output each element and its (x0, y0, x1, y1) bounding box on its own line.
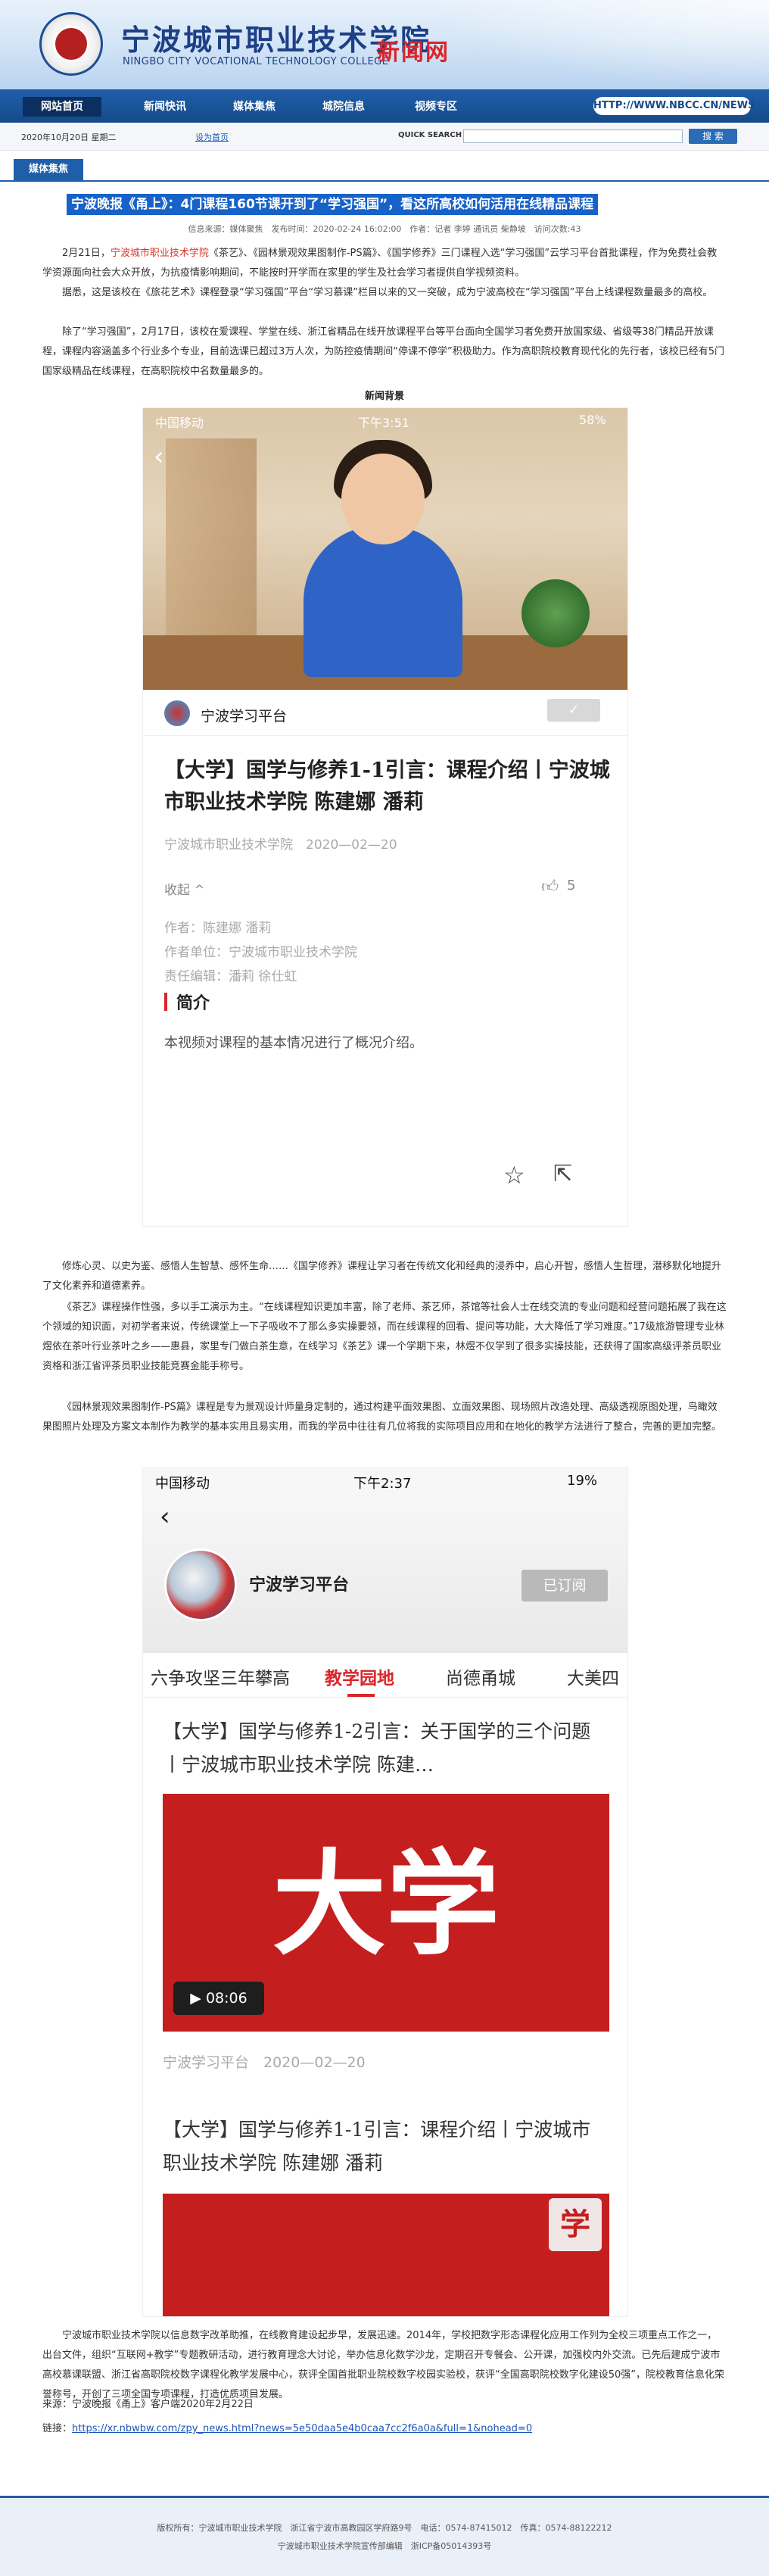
screenshot-learning-platform-2: 中国移动 下午2:37 19% ‹ 宁波学习平台 已订阅 六争攻坚三年攀高 教学… (142, 1467, 628, 2317)
status-carrier: 中国移动 (155, 1476, 210, 1492)
list-item-title[interactable]: 【大学】国学与修养1-1引言：课程介绍丨宁波城市职业技术学院 陈建娜 潘莉 (163, 2113, 609, 2180)
article-meta: 信息来源：媒体聚焦 发布时间：2020-02-24 16:02:00 作者：记者… (188, 224, 581, 234)
image-caption: 新闻背景 (364, 391, 404, 402)
search-button[interactable]: 搜 索 (689, 129, 737, 144)
tab-teaching-garden[interactable]: 教学园地 (325, 1664, 394, 1689)
tab-shangde[interactable]: 尚德甬城 (446, 1664, 515, 1689)
article-paragraph-5: 《茶艺》课程操作性强，多以手工演示为主。“在线课程知识更加丰富，除了老师、茶艺师… (42, 1302, 727, 1372)
article-link-row: 链接：https://xr.nbwbw.com/zpy_news.html?ne… (42, 2423, 533, 2434)
highlight-college-name[interactable]: 宁波城市职业技术学院 (111, 248, 209, 259)
news-net-label: 新闻网 (377, 39, 450, 66)
footer-copyright: 版权所有：宁波城市职业技术学院 浙江省宁波市高教园区学府路9号 电话：0574-… (157, 2523, 612, 2533)
status-time: 下午2:37 (353, 1476, 412, 1492)
subscribe-check-icon[interactable]: ✓ (547, 699, 600, 722)
list-item-source: 宁波学习平台 2020—02—20 (163, 2054, 366, 2071)
course-video-still[interactable]: 中国移动 下午3:51 58% ‹ (143, 408, 627, 690)
thumbnail-text: 大学 (272, 1839, 500, 1971)
credit-editor: 责任编辑：潘莉 徐仕虹 (164, 969, 297, 984)
site-url-badge[interactable]: HTTP://WWW.NBCC.CN/NEWS (593, 97, 755, 115)
section-tab-media[interactable]: 媒体集焦 (14, 159, 83, 180)
intro-title: 简介 (176, 994, 210, 1013)
platform-name: 宁波学习平台 (249, 1576, 350, 1595)
back-chevron-icon[interactable]: ‹ (160, 1502, 170, 1532)
collapse-toggle[interactable]: 收起 ^ (164, 879, 205, 898)
platform-avatar[interactable] (164, 700, 190, 726)
nav-item-media[interactable]: 媒体集焦 (233, 97, 276, 117)
active-tab-underline (347, 1694, 375, 1697)
status-battery: 19% (567, 1473, 598, 1489)
article-paragraph-4: 修炼心灵、以史为鉴、感悟人生智慧、感怀生命……《国学修养》课程让学习者在传统文化… (42, 1261, 722, 1292)
credit-organization: 作者单位：宁波城市职业技术学院 (164, 945, 357, 960)
video-thumbnail[interactable] (163, 2194, 609, 2316)
nav-item-news[interactable]: 新闻快讯 (144, 97, 186, 117)
lecturer-body (304, 525, 462, 677)
like-count: 5 (567, 878, 576, 893)
current-date: 2020年10月20日 星期二 (21, 133, 117, 142)
nav-item-college-info[interactable]: 城院信息 (322, 97, 365, 117)
intro-text: 本视频对课程的基本情况进行了概况介绍。 (164, 1035, 423, 1051)
share-icon[interactable]: ⇱ (553, 1161, 572, 1187)
list-item-title[interactable]: 【大学】国学与修养1-2引言：关于国学的三个问题丨宁波城市职业技术学院 陈建… (163, 1715, 609, 1782)
phone-status-bar: 中国移动 下午3:51 58% (143, 408, 627, 431)
platform-name[interactable]: 宁波学习平台 (201, 705, 287, 725)
video-source: 宁波城市职业技术学院 2020—02—20 (164, 837, 397, 853)
footer-icp: 宁波城市职业技术学院宣传部编辑 浙ICP备05014393号 (277, 2541, 492, 2551)
lecturer-head (341, 454, 425, 544)
phone-status-bar: 中国移动 下午2:37 19% (143, 1468, 627, 1494)
site-footer (0, 2496, 769, 2576)
article-paragraph-2: 据悉，这是该校在《旅花艺术》课程登录“学习强国”平台“学习慕课”栏目以来的又一突… (62, 287, 713, 298)
tab-beautiful-four[interactable]: 大美四 (567, 1664, 619, 1689)
plant (521, 579, 590, 647)
article-paragraph-7: 宁波城市职业技术学院以信息数字改革助推，在线教育建设起步早，发展迅速。2014年… (42, 2330, 725, 2400)
intro-accent-bar (164, 993, 167, 1011)
back-chevron-icon[interactable]: ‹ (154, 441, 164, 472)
article-source: 来源：宁波晚报《甬上》客户端2020年2月22日 (42, 2399, 254, 2410)
thumbs-up-icon[interactable]: 👍︎ (541, 876, 559, 897)
site-subtitle: NINGBO CITY VOCATIONAL TECHNOLOGY COLLEG… (123, 56, 389, 67)
set-homepage-link[interactable]: 设为首页 (195, 131, 229, 143)
nav-item-video[interactable]: 视频专区 (415, 97, 457, 117)
section-tab-bar (0, 159, 769, 182)
nav-item-home[interactable]: 网站首页 (23, 97, 101, 117)
article-paragraph-3: 除了“学习强国”，2月17日，该校在爱课程、学堂在线、浙江省精品在线开放课程平台… (42, 326, 725, 377)
status-time: 下午3:51 (358, 416, 409, 430)
credit-author: 作者：陈建娜 潘莉 (164, 921, 272, 936)
platform-avatar[interactable] (164, 1548, 237, 1621)
video-heading: 【大学】国学与修养1-1引言：课程介绍丨宁波城市职业技术学院 陈建娜 潘莉 (164, 759, 610, 814)
article-paragraph-6: 《园林景观效果图制作-PS篇》课程是专为景观设计师量身定制的，通过构建平面效果图… (42, 1402, 722, 1433)
search-input[interactable] (463, 129, 683, 143)
status-battery: 58% (579, 413, 606, 427)
article-paragraph-1: 2月21日，宁波城市职业技术学院《茶艺》、《园林景观效果图制作-PS篇》、《国学… (42, 248, 718, 279)
favorite-star-icon[interactable]: ☆ (503, 1161, 525, 1190)
status-carrier: 中国移动 (155, 416, 204, 430)
tab-six-strive[interactable]: 六争攻坚三年攀高 (151, 1664, 290, 1689)
article-link[interactable]: https://xr.nbwbw.com/zpy_news.html?news=… (72, 2423, 532, 2434)
article-title: 宁波晚报《甬上》：4门课程160节课开到了“学习强国”，看这所高校如何活用在线精… (67, 194, 599, 215)
logo-emblem-icon (53, 26, 89, 62)
thumbnail-badge: 学 (549, 2198, 602, 2251)
header-decoration (424, 0, 769, 89)
quick-search-label: QUICK SEARCH (398, 131, 462, 139)
video-duration-badge[interactable]: ▶ 08:06 (173, 1982, 264, 2015)
bookshelf (166, 438, 257, 635)
screenshot-learning-platform-1: 中国移动 下午3:51 58% ‹ 宁波学习平台 ✓ 【大学】国学与修养1-1引… (142, 407, 628, 1227)
subscribed-button[interactable]: 已订阅 (521, 1570, 608, 1601)
